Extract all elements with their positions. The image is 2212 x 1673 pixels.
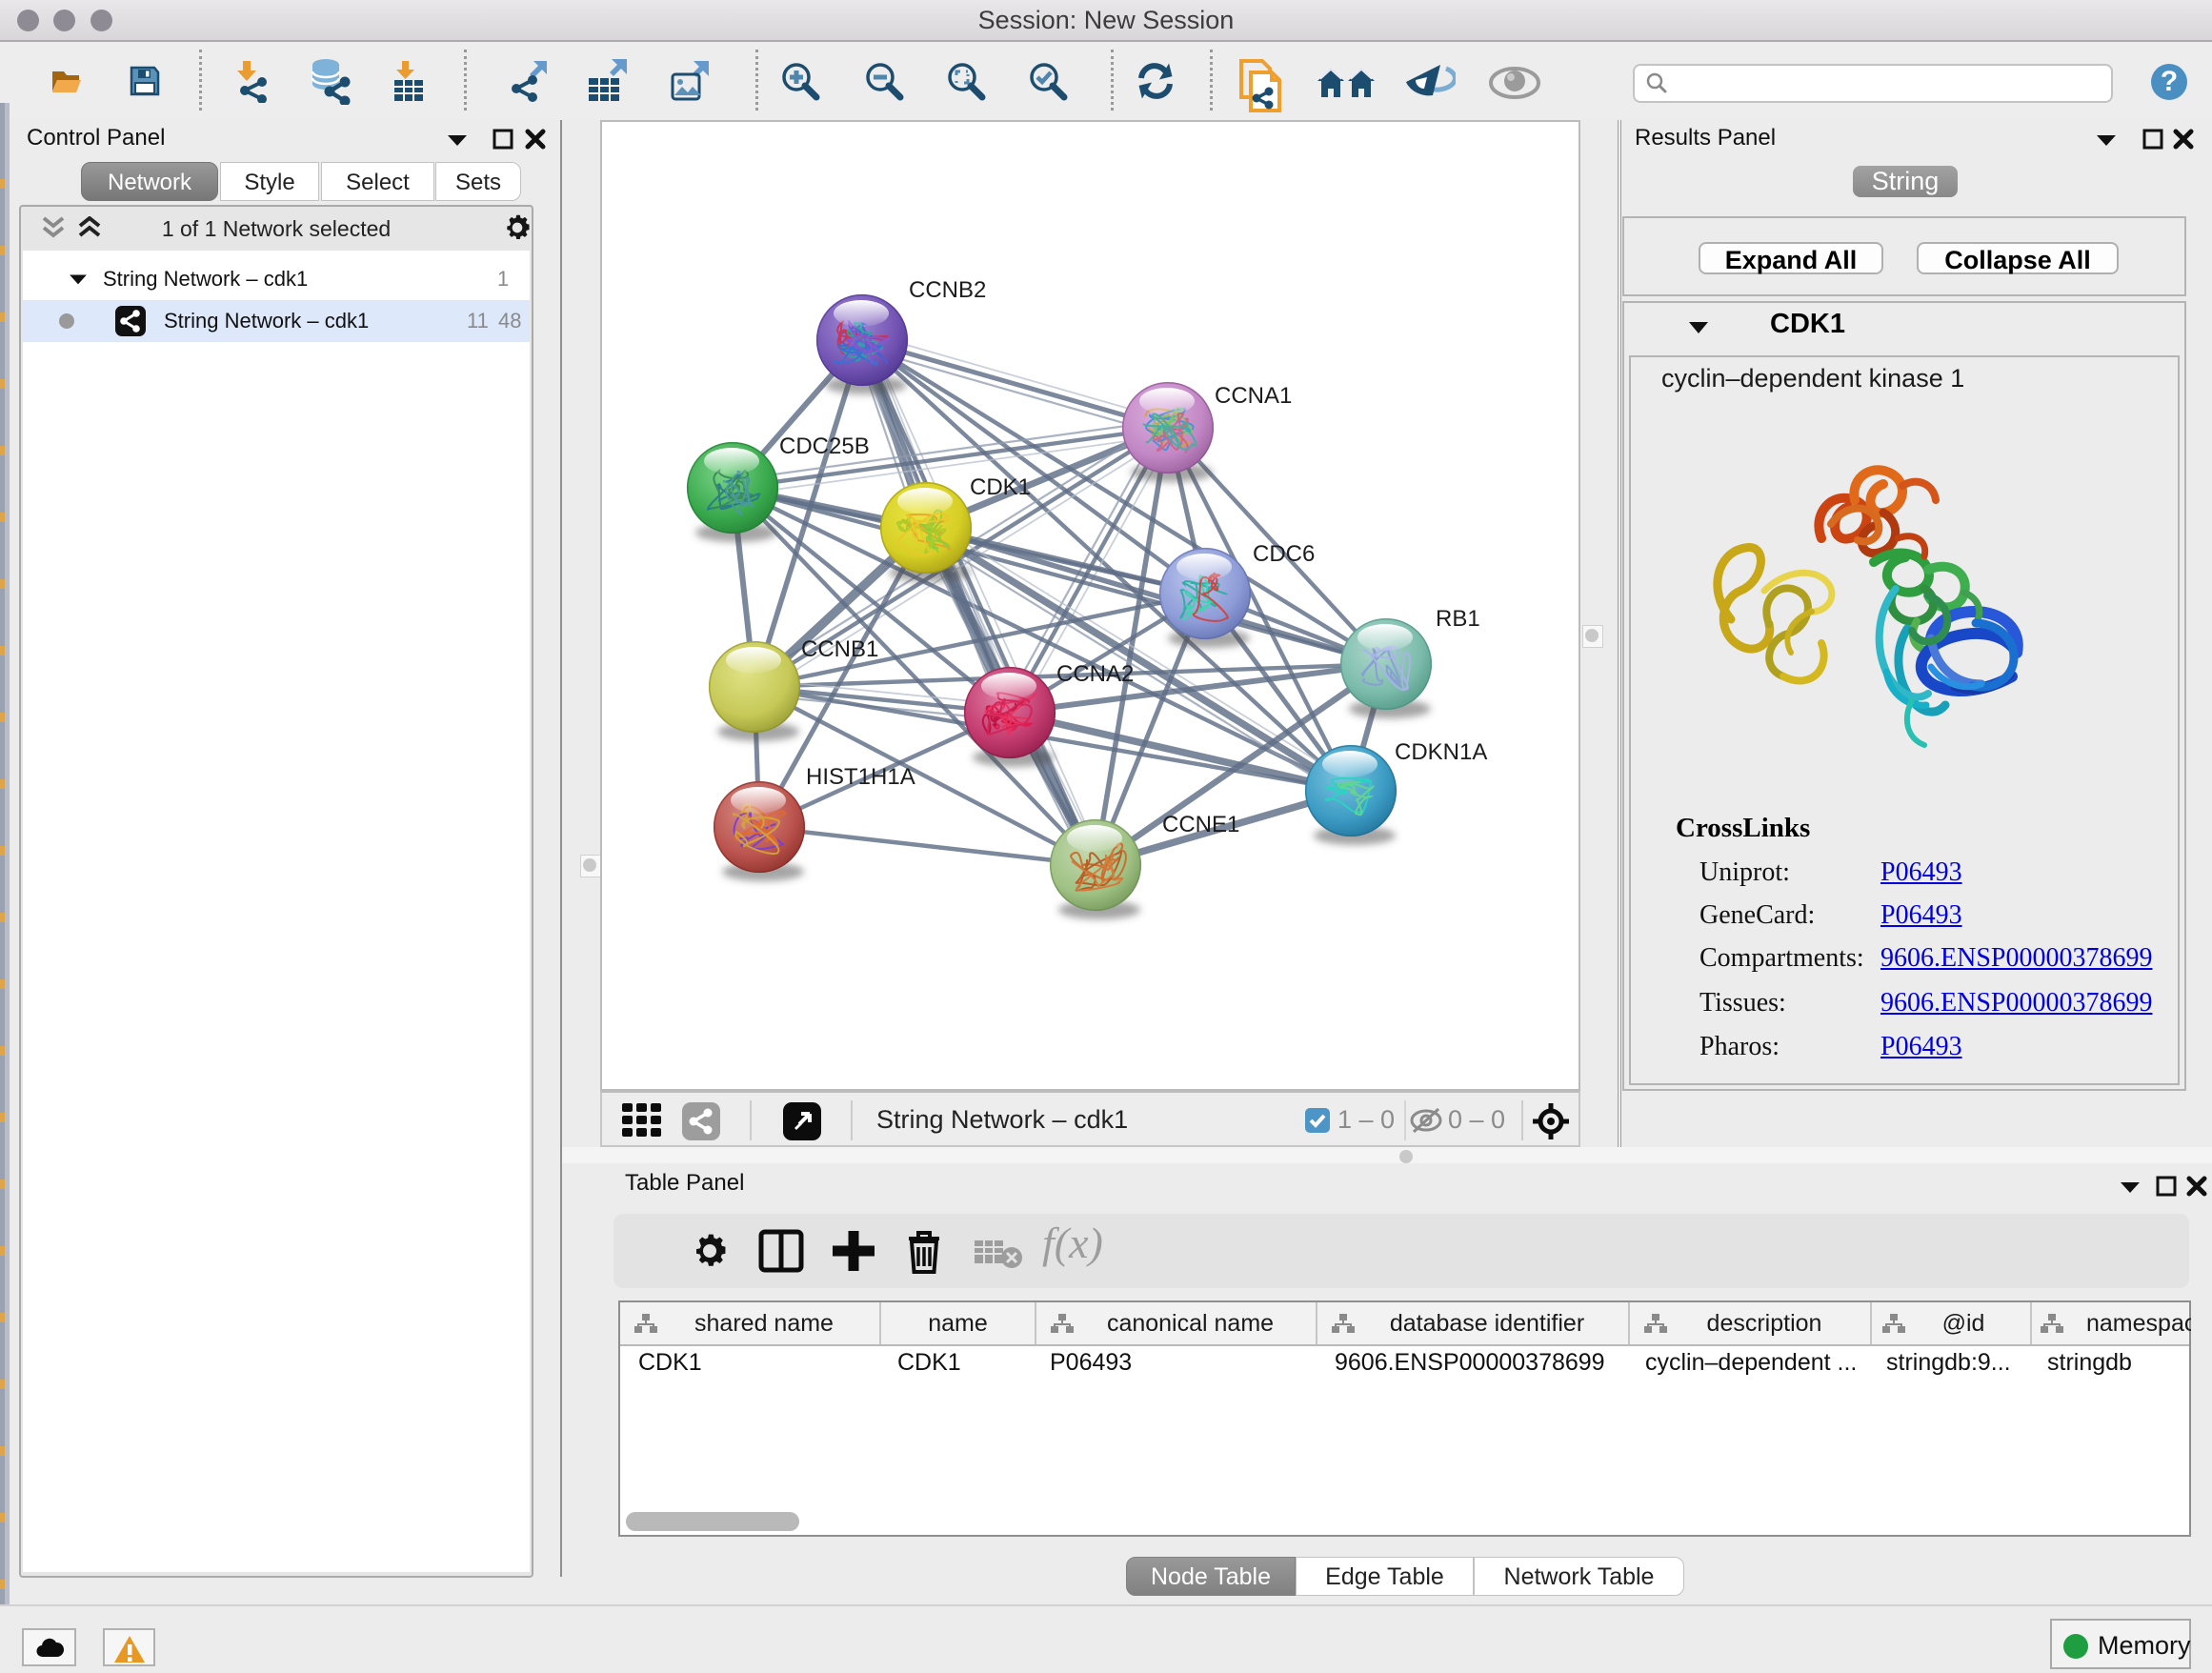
svg-text:CCNB2: CCNB2 — [909, 277, 986, 303]
svg-text:CDC25B: CDC25B — [779, 433, 870, 459]
svg-text:CDC6: CDC6 — [1253, 541, 1315, 567]
svg-text:CDKN1A: CDKN1A — [1395, 739, 1487, 765]
svg-text:CDK1: CDK1 — [970, 474, 1031, 500]
svg-text:HIST1H1A: HIST1H1A — [806, 764, 915, 790]
svg-text:CCNA1: CCNA1 — [1215, 383, 1292, 409]
svg-text:CCNE1: CCNE1 — [1162, 812, 1239, 837]
svg-text:CCNB1: CCNB1 — [801, 636, 878, 662]
svg-text:RB1: RB1 — [1436, 606, 1480, 632]
svg-text:CCNA2: CCNA2 — [1056, 661, 1134, 687]
